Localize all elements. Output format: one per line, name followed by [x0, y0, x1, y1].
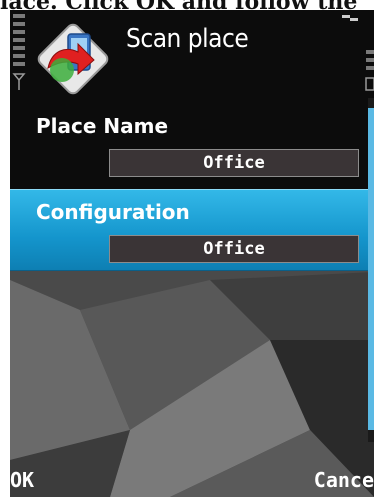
phone-screen: Scan place Place Name Office Configurati… — [10, 10, 374, 497]
configuration-field[interactable]: Office — [109, 235, 359, 263]
cancel-softkey[interactable]: Cance — [314, 468, 374, 492]
place-name-label: Place Name — [36, 114, 169, 138]
scrollbar-thumb[interactable] — [368, 108, 374, 430]
connection-icon — [342, 15, 358, 21]
configuration-label: Configuration — [36, 200, 190, 224]
page-title: Scan place — [126, 24, 249, 54]
ok-softkey[interactable]: OK — [10, 468, 34, 492]
arrow-switch-icon — [37, 23, 109, 95]
signal-strength-icon — [12, 14, 26, 90]
battery-icon — [365, 50, 374, 91]
place-name-field[interactable]: Office — [109, 149, 359, 177]
